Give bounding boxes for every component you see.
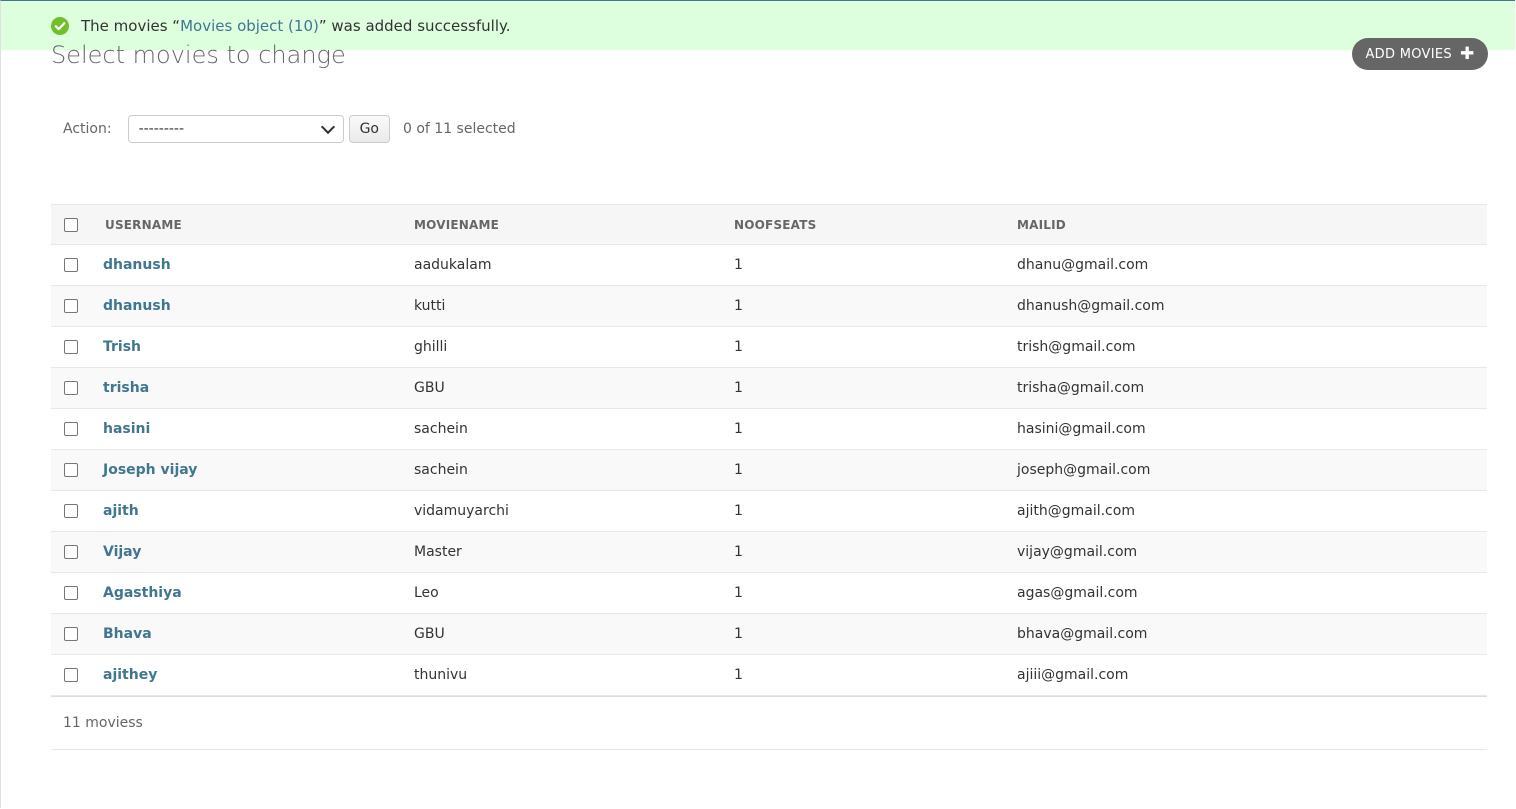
username-link[interactable]: Bhava: [103, 626, 152, 642]
moviename-cell: thunivu: [414, 667, 468, 683]
row-checkbox[interactable]: [64, 545, 78, 559]
column-header-noofseats[interactable]: NOOFSEATS: [734, 204, 1017, 245]
mailid-cell: hasini@gmail.com: [1017, 421, 1146, 437]
noofseats-cell: 1: [734, 421, 743, 437]
column-header-moviename[interactable]: MOVIENAME: [409, 204, 734, 245]
row-checkbox[interactable]: [64, 299, 78, 313]
row-checkbox[interactable]: [64, 586, 78, 600]
admin-page: The movies “Movies object (10)” was adde…: [0, 0, 1515, 808]
select-all-cell: [51, 204, 103, 245]
noofseats-cell: 1: [734, 626, 743, 642]
row-checkbox[interactable]: [64, 504, 78, 518]
moviename-cell: kutti: [414, 298, 446, 314]
table-row: ajith vidamuyarchi 1 ajith@gmail.com: [51, 490, 1487, 532]
row-checkbox[interactable]: [64, 463, 78, 477]
table-row: dhanush kutti 1 dhanush@gmail.com: [51, 285, 1487, 327]
select-all-checkbox[interactable]: [64, 217, 78, 232]
mailid-cell: dhanush@gmail.com: [1017, 298, 1165, 314]
mailid-cell: dhanu@gmail.com: [1017, 257, 1149, 273]
table-header-row: USERNAME MOVIENAME NOOFSEATS MAILID: [51, 204, 1487, 245]
noofseats-cell: 1: [734, 462, 743, 478]
moviename-cell: Master: [414, 544, 462, 560]
username-link[interactable]: Joseph vijay: [103, 462, 197, 478]
check-circle-icon: [51, 16, 69, 35]
mailid-cell: bhava@gmail.com: [1017, 626, 1148, 642]
table-row: Agasthiya Leo 1 agas@gmail.com: [51, 572, 1487, 614]
success-message-prefix: The movies “: [81, 16, 181, 35]
table-row: dhanush aadukalam 1 dhanu@gmail.com: [51, 244, 1487, 286]
username-link[interactable]: dhanush: [103, 257, 171, 273]
page-title: Select movies to change: [51, 41, 346, 69]
go-button[interactable]: Go: [348, 115, 390, 143]
table-row: Bhava GBU 1 bhava@gmail.com: [51, 613, 1487, 655]
username-link[interactable]: Vijay: [103, 544, 141, 560]
add-movies-button[interactable]: ADD MOVIES ✚: [1352, 38, 1488, 70]
paginator: 11 moviess: [51, 696, 1487, 750]
table-row: trisha GBU 1 trisha@gmail.com: [51, 367, 1487, 409]
username-link[interactable]: Agasthiya: [103, 585, 182, 601]
moviename-cell: vidamuyarchi: [414, 503, 509, 519]
moviename-cell: GBU: [414, 626, 445, 642]
table-row: Vijay Master 1 vijay@gmail.com: [51, 531, 1487, 573]
action-select[interactable]: ---------: [127, 115, 344, 143]
noofseats-cell: 1: [734, 585, 743, 601]
row-checkbox[interactable]: [64, 340, 78, 354]
mailid-cell: ajith@gmail.com: [1017, 503, 1135, 519]
table-row: ajithey thunivu 1 ajiii@gmail.com: [51, 654, 1487, 696]
action-label: Action:: [63, 121, 112, 137]
column-header-mailid[interactable]: MAILID: [1017, 204, 1487, 245]
actions-bar: Action: --------- Go 0 of 11 selected: [51, 104, 1487, 154]
result-list-table: USERNAME MOVIENAME NOOFSEATS MAILID dhan…: [51, 204, 1487, 696]
success-message-suffix: ” was added successfully.: [318, 16, 511, 35]
selected-count: 0 of 11 selected: [402, 121, 516, 137]
row-checkbox[interactable]: [64, 381, 78, 395]
chevron-down-icon: [320, 119, 335, 134]
username-link[interactable]: trisha: [103, 380, 149, 396]
moviename-cell: aadukalam: [414, 257, 492, 273]
result-count: 11 moviess: [63, 715, 143, 731]
noofseats-cell: 1: [734, 298, 743, 314]
action-select-value: ---------: [138, 121, 185, 137]
username-link[interactable]: Trish: [103, 339, 141, 355]
mailid-cell: trish@gmail.com: [1017, 339, 1136, 355]
username-link[interactable]: dhanush: [103, 298, 171, 314]
noofseats-cell: 1: [734, 503, 743, 519]
noofseats-cell: 1: [734, 257, 743, 273]
moviename-cell: sachein: [414, 462, 468, 478]
table-row: hasini sachein 1 hasini@gmail.com: [51, 408, 1487, 450]
row-checkbox[interactable]: [64, 668, 78, 682]
mailid-cell: trisha@gmail.com: [1017, 380, 1145, 396]
column-header-username[interactable]: USERNAME: [103, 204, 409, 245]
table-row: Joseph vijay sachein 1 joseph@gmail.com: [51, 449, 1487, 491]
username-link[interactable]: ajith: [103, 503, 139, 519]
mailid-cell: vijay@gmail.com: [1017, 544, 1138, 560]
noofseats-cell: 1: [734, 667, 743, 683]
moviename-cell: sachein: [414, 421, 468, 437]
mailid-cell: ajiii@gmail.com: [1017, 667, 1129, 683]
row-checkbox[interactable]: [64, 627, 78, 641]
table-row: Trish ghilli 1 trish@gmail.com: [51, 326, 1487, 368]
moviename-cell: Leo: [414, 585, 439, 601]
plus-icon: ✚: [1459, 43, 1475, 64]
mailid-cell: joseph@gmail.com: [1017, 462, 1151, 478]
username-link[interactable]: ajithey: [103, 667, 157, 683]
moviename-cell: GBU: [414, 380, 445, 396]
moviename-cell: ghilli: [414, 339, 448, 355]
username-link[interactable]: hasini: [103, 421, 150, 437]
noofseats-cell: 1: [734, 380, 743, 396]
add-movies-label: ADD MOVIES: [1365, 46, 1452, 62]
noofseats-cell: 1: [734, 339, 743, 355]
noofseats-cell: 1: [734, 544, 743, 560]
row-checkbox[interactable]: [64, 258, 78, 272]
added-object-link[interactable]: Movies object (10): [180, 17, 319, 35]
mailid-cell: agas@gmail.com: [1017, 585, 1138, 601]
row-checkbox[interactable]: [64, 422, 78, 436]
